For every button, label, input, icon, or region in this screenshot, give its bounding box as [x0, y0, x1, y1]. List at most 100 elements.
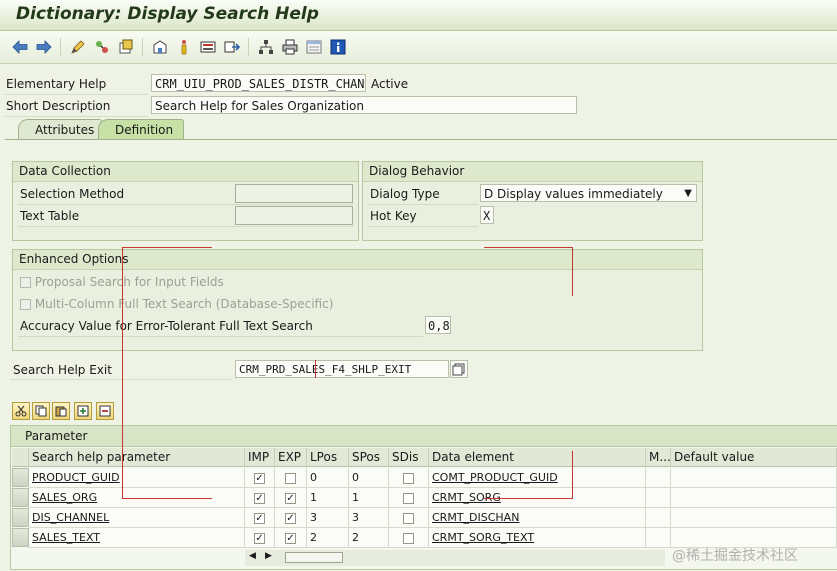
row-selector[interactable]	[12, 468, 29, 487]
table-cell-m[interactable]	[646, 468, 671, 488]
table-cell-m[interactable]	[646, 488, 671, 508]
hierarchy-icon[interactable]	[256, 37, 276, 57]
table-cell-parameter[interactable]: DIS_CHANNEL	[29, 508, 245, 528]
table-cell-default-value[interactable]	[671, 508, 837, 528]
hot-key-field[interactable]: X	[480, 206, 494, 224]
annotation-line	[572, 247, 573, 296]
column-header-spos[interactable]: SPos	[349, 448, 389, 467]
table-cell-lpos[interactable]: 2	[307, 528, 349, 548]
scrollbar-thumb[interactable]	[285, 552, 343, 563]
short-description-field[interactable]: Search Help for Sales Organization	[151, 96, 577, 114]
checkmark-icon: ✓	[254, 472, 265, 484]
table-cell-data-element[interactable]: CRMT_DISCHAN	[429, 508, 646, 528]
object-list-icon[interactable]	[198, 37, 218, 57]
navigate-icon[interactable]	[174, 37, 194, 57]
table-cell-default-value[interactable]	[671, 468, 837, 488]
activate-icon[interactable]	[116, 37, 136, 57]
elementary-help-field[interactable]: CRM_UIU_PROD_SALES_DISTR_CHAN	[151, 74, 366, 92]
checkmark-icon: ✓	[285, 492, 296, 504]
select-all-header[interactable]	[12, 448, 29, 467]
imp-checkbox[interactable]: ✓	[245, 488, 275, 508]
text-table-field[interactable]	[235, 206, 353, 225]
layout-icon[interactable]	[304, 37, 324, 57]
delete-row-icon[interactable]	[96, 402, 114, 420]
table-cell-spos[interactable]: 3	[349, 508, 389, 528]
column-header-exp[interactable]: EXP	[275, 448, 307, 467]
sdis-checkbox[interactable]	[389, 468, 429, 488]
table-cell-spos[interactable]: 0	[349, 468, 389, 488]
dialog-behavior-title: Dialog Behavior	[363, 162, 702, 182]
table-cell-lpos[interactable]: 0	[307, 468, 349, 488]
forward-arrow-icon[interactable]	[34, 37, 54, 57]
sdis-checkbox[interactable]	[389, 508, 429, 528]
other-object-icon[interactable]	[92, 37, 112, 57]
exp-checkbox[interactable]	[275, 468, 307, 488]
copy-icon[interactable]	[32, 402, 50, 420]
info-icon[interactable]	[328, 37, 348, 57]
display-change-icon[interactable]	[68, 37, 88, 57]
row-selector[interactable]	[12, 488, 29, 507]
title-bar: Dictionary: Display Search Help	[0, 0, 837, 31]
table-cell-default-value[interactable]	[671, 488, 837, 508]
tab-attributes[interactable]: Attributes	[18, 119, 102, 139]
table-cell-data-element[interactable]: CRMT_SORG_TEXT	[429, 528, 646, 548]
exp-checkbox[interactable]: ✓	[275, 488, 307, 508]
column-header-parameter[interactable]: Search help parameter	[29, 448, 245, 467]
cut-icon[interactable]	[12, 402, 30, 420]
accuracy-field[interactable]: 0,8	[425, 316, 451, 334]
search-help-exit-field[interactable]: CRM_PRD_SALES_F4_SHLP_EXIT	[235, 360, 449, 378]
text-table-label: Text Table	[20, 209, 80, 223]
sdis-checkbox[interactable]	[389, 488, 429, 508]
table-cell-data-element[interactable]: COMT_PRODUCT_GUID	[429, 468, 646, 488]
row-selector[interactable]	[12, 528, 29, 547]
window-title: Dictionary: Display Search Help	[16, 4, 319, 24]
open-object-icon	[452, 363, 465, 376]
table-cell-lpos[interactable]: 3	[307, 508, 349, 528]
exp-checkbox[interactable]: ✓	[275, 528, 307, 548]
multi-column-option[interactable]: Multi-Column Full Text Search (Database-…	[20, 297, 333, 311]
column-header-default-value[interactable]: Default value	[671, 448, 837, 467]
table-cell-parameter[interactable]: PRODUCT_GUID	[29, 468, 245, 488]
row-selector[interactable]	[12, 508, 29, 527]
table-cell-spos[interactable]: 1	[349, 488, 389, 508]
scroll-left-icon[interactable]: ◀	[249, 551, 256, 561]
short-description-label: Short Description	[6, 99, 111, 113]
enhanced-options-group: Enhanced Options Proposal Search for Inp…	[12, 249, 703, 351]
imp-checkbox[interactable]: ✓	[245, 528, 275, 548]
imp-checkbox[interactable]: ✓	[245, 508, 275, 528]
annotation-line	[484, 247, 572, 248]
where-used-icon[interactable]	[150, 37, 170, 57]
search-help-exit-label: Search Help Exit	[13, 363, 112, 377]
table-cell-m[interactable]	[646, 508, 671, 528]
back-arrow-icon[interactable]	[10, 37, 30, 57]
print-icon[interactable]	[280, 37, 300, 57]
proposal-search-checkbox[interactable]	[20, 277, 31, 288]
display-object-list-icon[interactable]	[222, 37, 242, 57]
dialog-type-dropdown[interactable]: D Display values immediately ▼	[480, 184, 697, 202]
exp-checkbox[interactable]: ✓	[275, 508, 307, 528]
horizontal-scrollbar[interactable]: ◀ ▶	[245, 550, 665, 566]
imp-checkbox[interactable]: ✓	[245, 468, 275, 488]
paste-icon[interactable]	[52, 402, 70, 420]
scroll-right-icon[interactable]: ▶	[265, 551, 272, 561]
table-cell-m[interactable]	[646, 528, 671, 548]
sdis-checkbox[interactable]	[389, 528, 429, 548]
checkmark-icon: ✓	[254, 492, 265, 504]
tab-definition[interactable]: Definition	[98, 119, 184, 139]
table-cell-parameter[interactable]: SALES_TEXT	[29, 528, 245, 548]
column-header-m[interactable]: M...	[646, 448, 671, 467]
table-cell-spos[interactable]: 2	[349, 528, 389, 548]
column-header-data-element[interactable]: Data element	[429, 448, 646, 467]
column-header-sdis[interactable]: SDis	[389, 448, 429, 467]
annotation-line	[122, 247, 212, 248]
selection-method-field[interactable]	[235, 184, 353, 203]
insert-row-icon[interactable]	[74, 402, 92, 420]
checkmark-icon: ✓	[254, 512, 265, 524]
open-object-button[interactable]	[450, 360, 468, 378]
column-header-imp[interactable]: IMP	[245, 448, 275, 467]
column-header-lpos[interactable]: LPos	[307, 448, 349, 467]
chevron-down-icon: ▼	[684, 188, 692, 199]
table-cell-lpos[interactable]: 1	[307, 488, 349, 508]
annotation-line	[122, 498, 212, 499]
multi-column-checkbox[interactable]	[20, 299, 31, 310]
